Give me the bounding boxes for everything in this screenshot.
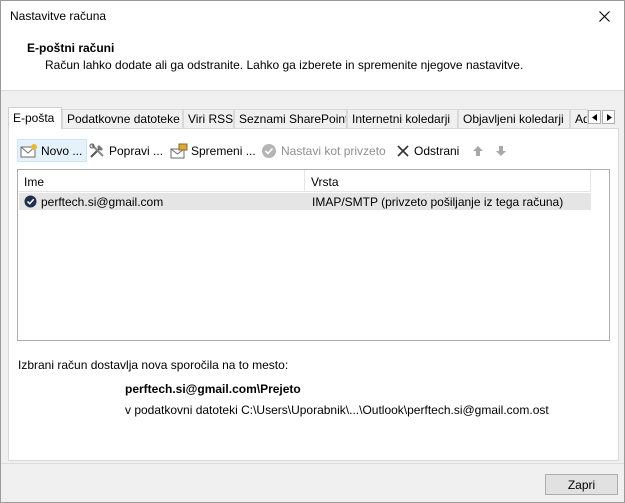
- delivery-data-file: v podatkovni datoteki C:\Users\Uporabnik…: [125, 403, 549, 417]
- move-up-button[interactable]: [472, 139, 487, 162]
- remove-button[interactable]: Odstrani: [396, 139, 459, 162]
- remove-x-icon: [397, 144, 409, 157]
- checkmark-circle-icon: [262, 143, 276, 158]
- table-row[interactable]: perftech.si@gmail.com IMAP/SMTP (privzet…: [19, 193, 591, 210]
- tab-rss-feeds[interactable]: Viri RSS: [183, 109, 234, 128]
- tab-scroll-right-button[interactable]: [602, 110, 615, 124]
- remove-label: Odstrani: [414, 143, 460, 158]
- column-header-name[interactable]: Ime: [18, 170, 44, 192]
- delivery-label: Izbrani račun dostavlja nova sporočila n…: [18, 358, 289, 372]
- window-title: Nastavitve računa: [10, 9, 107, 23]
- arrow-down-icon: [496, 145, 506, 156]
- arrow-right-icon: [606, 113, 612, 121]
- tools-icon: [89, 143, 104, 158]
- tab-scroll-left-button[interactable]: [588, 110, 601, 124]
- tab-published-calendars[interactable]: Objavljeni koledarji: [458, 109, 570, 128]
- account-type: IMAP/SMTP (privzeto pošiljanje iz tega r…: [312, 195, 564, 209]
- arrow-up-icon: [473, 145, 483, 156]
- change-label: Spremeni ...: [191, 143, 256, 158]
- new-mail-icon: [20, 143, 37, 157]
- new-account-button[interactable]: Novo ...: [17, 139, 87, 162]
- account-settings-dialog: Nastavitve računa E-poštni računi Račun …: [0, 0, 625, 503]
- tab-address-books[interactable]: Ad: [570, 109, 588, 128]
- tab-data-files[interactable]: Podatkovne datoteke: [62, 109, 183, 128]
- header-title: E-poštni računi: [27, 41, 115, 55]
- set-default-label: Nastavi kot privzeto: [281, 143, 386, 158]
- change-settings-icon: [170, 143, 188, 158]
- close-button[interactable]: Zapri: [545, 474, 618, 495]
- column-separator[interactable]: [590, 170, 591, 192]
- header-description: Račun lahko dodate ali ga odstranite. La…: [45, 58, 524, 72]
- dialog-header: E-poštni računi Račun lahko dodate ali g…: [1, 31, 624, 91]
- default-account-check-icon: [24, 195, 37, 208]
- close-icon: [598, 10, 610, 22]
- close-window-button[interactable]: [584, 1, 624, 31]
- title-bar: Nastavitve računa: [1, 1, 624, 31]
- repair-button[interactable]: Popravi ...: [89, 139, 163, 162]
- change-button[interactable]: Spremeni ...: [170, 139, 256, 162]
- delivery-folder: perftech.si@gmail.com\Prejeto: [125, 382, 301, 396]
- column-header-type[interactable]: Vrsta: [305, 170, 339, 192]
- tab-email[interactable]: E-pošta: [8, 107, 62, 129]
- list-header: Ime Vrsta: [18, 170, 591, 192]
- account-name: perftech.si@gmail.com: [41, 195, 164, 209]
- new-account-label: Novo ...: [41, 143, 83, 158]
- set-default-button[interactable]: Nastavi kot privzeto: [261, 139, 386, 162]
- tab-sharepoint-lists[interactable]: Seznami SharePoint: [234, 109, 347, 128]
- move-down-button[interactable]: [495, 139, 510, 162]
- arrow-left-icon: [591, 113, 597, 121]
- tab-internet-calendars[interactable]: Internetni koledarji: [347, 109, 458, 128]
- repair-label: Popravi ...: [109, 143, 164, 158]
- accounts-list[interactable]: Ime Vrsta perftech.si@gmail.com IMAP/SMT…: [17, 169, 610, 341]
- footer-divider: [1, 463, 624, 464]
- tab-strip: E-pošta Podatkovne datoteke Viri RSS Sez…: [8, 107, 618, 129]
